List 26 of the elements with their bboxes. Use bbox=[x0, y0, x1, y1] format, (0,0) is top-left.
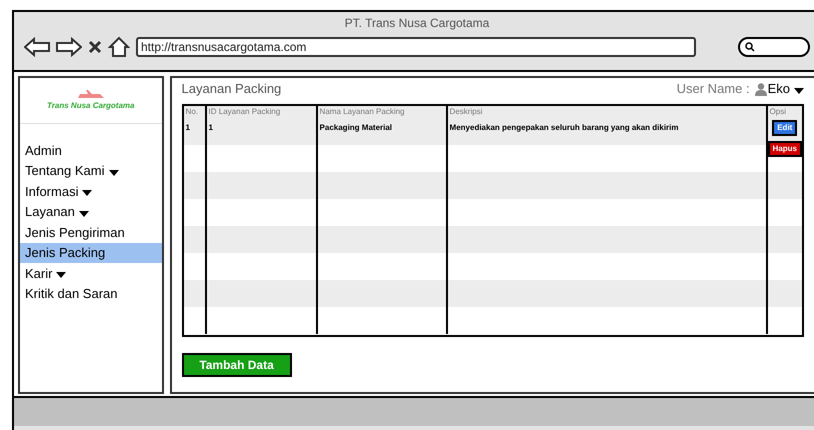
user-icon bbox=[754, 82, 767, 96]
search-field[interactable] bbox=[738, 37, 810, 57]
panel-title: Layanan Packing bbox=[182, 80, 282, 98]
search-icon bbox=[745, 42, 755, 52]
forward-arrow-icon[interactable] bbox=[56, 37, 82, 57]
column-header: No. bbox=[184, 106, 199, 118]
sidebar-item[interactable]: Informasi bbox=[20, 181, 162, 202]
sidebar-item[interactable]: Jenis Packing bbox=[20, 242, 162, 263]
sidebar-item[interactable]: Karir bbox=[20, 263, 162, 284]
table-cell-text: 1 bbox=[184, 122, 191, 134]
window-title: PT. Trans Nusa Cargotama bbox=[344, 15, 490, 32]
caret-icon bbox=[794, 88, 804, 94]
back-arrow-icon[interactable] bbox=[24, 37, 50, 57]
user-name[interactable]: Eko bbox=[768, 79, 790, 99]
user-name-label: User Name : bbox=[676, 80, 750, 98]
sidebar-item[interactable]: Kritik dan Saran bbox=[20, 284, 162, 304]
delete-button[interactable]: Hapus bbox=[768, 141, 802, 157]
home-icon[interactable] bbox=[108, 36, 130, 58]
sidebar-item[interactable]: Admin bbox=[20, 140, 162, 160]
edit-button[interactable]: Edit bbox=[772, 120, 798, 136]
sidebar-item[interactable]: Jenis Pengiriman bbox=[20, 222, 162, 242]
url-field[interactable]: http://transnusacargotama.com bbox=[136, 37, 696, 57]
logo-text: Trans Nusa Cargotama bbox=[47, 100, 134, 112]
close-icon[interactable] bbox=[88, 40, 102, 54]
sidebar-item[interactable]: Layanan bbox=[20, 202, 162, 222]
sidebar-item[interactable]: Tentang Kami bbox=[20, 160, 162, 181]
